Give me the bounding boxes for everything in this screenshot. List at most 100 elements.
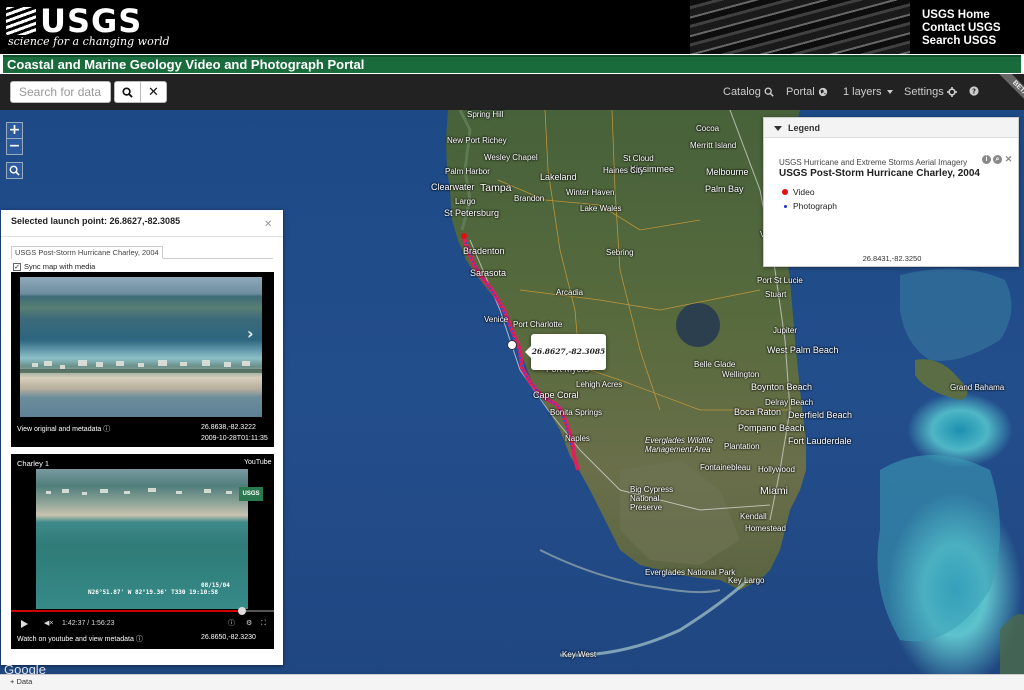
place-label-clearwater: Clearwater <box>431 182 475 192</box>
photo-viewer: › View original and metadata ⓘ 26.8638,-… <box>11 272 274 447</box>
place-label-sebring: Sebring <box>606 248 634 257</box>
florida-keys <box>559 578 749 657</box>
usgs-header: USGS science for a changing world USGS H… <box>0 0 1024 54</box>
place-label-sarasota: Sarasota <box>470 268 507 278</box>
legend-coordinates: 26.8431,-82.3250 <box>862 254 922 263</box>
portal-title-bar: Coastal and Marine Geology Video and Pho… <box>0 54 1024 74</box>
help-icon: ? <box>969 86 979 96</box>
close-panel-button[interactable]: ✕ <box>264 219 272 230</box>
place-label-haines-city: Haines City <box>603 166 644 175</box>
layer-remove-icon[interactable]: ✕ <box>1004 155 1013 164</box>
zoom-in-button[interactable]: + <box>6 122 23 139</box>
sync-map-checkbox[interactable]: ✓ <box>13 262 21 271</box>
logo-tagline: science for a changing world <box>8 35 170 48</box>
zoom-out-button[interactable]: − <box>6 138 23 155</box>
legend-tools: i ⌕ ✕ <box>982 155 1013 164</box>
search-icon <box>122 86 133 98</box>
place-label-cape-coral: Cape Coral <box>533 390 579 400</box>
place-label-brandon: Brandon <box>514 194 545 203</box>
catalog-label: Catalog <box>723 86 761 98</box>
view-original-link[interactable]: View original and metadata ⓘ <box>17 424 110 434</box>
watch-on-youtube-link[interactable]: Watch on youtube and view metadata ⓘ <box>17 634 143 644</box>
close-icon: ✕ <box>148 84 159 100</box>
video-progress-fill <box>11 610 243 612</box>
lake-okeechobee <box>676 303 720 347</box>
catalog-menu[interactable]: Catalog <box>723 86 774 98</box>
data-toggle[interactable]: + Data <box>10 677 32 686</box>
legend-header[interactable]: Legend <box>764 118 1018 138</box>
portal-menu[interactable]: Portal <box>786 86 828 98</box>
play-icon[interactable] <box>21 620 28 628</box>
place-label-hollywood: Hollywood <box>758 465 795 474</box>
place-label-palm-harbor: Palm Harbor <box>445 167 490 176</box>
next-photo-arrow-icon[interactable]: › <box>247 324 254 343</box>
info-icon: ⓘ <box>103 426 111 433</box>
place-label-new-port-richey: New Port Richey <box>447 136 507 145</box>
layer-zoom-icon[interactable]: ⌕ <box>993 155 1002 164</box>
video-viewer: Charley 1 YouTube USGS 08/15/04 N26°51.8… <box>11 454 274 649</box>
clear-search-button[interactable]: ✕ <box>140 81 167 103</box>
video-settings-icon[interactable]: ⚙ <box>246 616 252 632</box>
place-label-homestead: Homestead <box>745 524 786 533</box>
video-info-icon[interactable]: ⓘ <box>228 616 235 632</box>
aerial-photo-houses <box>20 360 262 373</box>
place-label-west-palm-beach: West Palm Beach <box>767 345 839 355</box>
launch-point-marker[interactable] <box>507 340 517 350</box>
collapse-triangle-icon <box>774 126 782 132</box>
place-label-tampa: Tampa <box>480 182 512 194</box>
photo-dot-icon <box>783 204 787 208</box>
place-label-arcadia: Arcadia <box>556 288 584 297</box>
sync-map-option[interactable]: ✓ Sync map with media <box>13 262 95 271</box>
volume-icon[interactable]: ◀× <box>44 616 53 632</box>
globe-icon <box>818 87 827 97</box>
place-label-largo: Largo <box>455 197 476 206</box>
place-label-wesley-chapel: Wesley Chapel <box>484 153 538 162</box>
youtube-brand[interactable]: YouTube <box>244 459 272 466</box>
usgs-logo[interactable]: USGS science for a changing world <box>6 4 170 48</box>
video-overlay-date: 08/15/04 <box>201 582 230 589</box>
video-title[interactable]: Charley 1 <box>17 459 49 468</box>
launch-point-popup[interactable]: 26.8627,-82.3085 <box>525 334 606 370</box>
svg-text:?: ? <box>972 88 976 96</box>
help-button[interactable]: ? <box>969 86 979 96</box>
place-label-everglades-np: Everglades National Park <box>645 568 736 577</box>
zoom-extent-button[interactable] <box>6 162 23 179</box>
sync-map-label: Sync map with media <box>24 262 96 271</box>
layer-info-icon[interactable]: i <box>982 155 991 164</box>
caret-down-icon <box>886 90 893 94</box>
fullscreen-icon[interactable]: ⛶ <box>261 616 266 632</box>
place-label-belle-glade: Belle Glade <box>694 360 736 369</box>
place-label-big-cypress: Big Cypress National Preserve <box>630 485 674 512</box>
gear-icon <box>946 87 957 97</box>
place-label-key-west: Key West <box>562 650 597 659</box>
portal-page: USGS science for a changing world USGS H… <box>0 0 1024 690</box>
place-label-lake-wales: Lake Wales <box>580 204 622 213</box>
search-button[interactable] <box>114 81 141 103</box>
place-label-plantation: Plantation <box>724 442 760 451</box>
video-progress-bar[interactable] <box>11 610 274 612</box>
place-label-grand-bahama: Grand Bahama <box>950 383 1005 392</box>
place-label-spring-hill: Spring Hill <box>467 110 504 119</box>
place-label-fontainebleau: Fontainebleau <box>700 463 751 472</box>
place-label-wellington: Wellington <box>722 370 760 379</box>
place-label-pompano-beach: Pompano Beach <box>738 423 805 433</box>
search-input[interactable] <box>10 81 111 103</box>
video-overlay-coords: N26°51.87' W 82°19.36' T330 19:10:58 <box>88 589 219 596</box>
place-label-deerfield-beach: Deerfield Beach <box>788 410 853 420</box>
dataset-tab[interactable]: USGS Post-Storm Hurricane Charley, 2004 <box>11 246 163 259</box>
track-start-marker[interactable] <box>461 233 467 239</box>
legend-item-video: Video <box>782 187 815 197</box>
usgs-home-link[interactable]: USGS Home <box>922 9 1001 22</box>
zoom-extent-icon <box>9 165 20 176</box>
portal-title: Coastal and Marine Geology Video and Pho… <box>7 57 365 72</box>
place-label-miami: Miami <box>760 485 788 497</box>
logo-text: USGS <box>40 2 143 40</box>
aerial-photo[interactable] <box>20 277 262 417</box>
header-links: USGS Home Contact USGS Search USGS <box>922 9 1001 48</box>
search-usgs-link[interactable]: Search USGS <box>922 35 1001 48</box>
settings-menu[interactable]: Settings <box>904 86 957 98</box>
video-scrubber-handle[interactable] <box>238 607 247 615</box>
legend-item-photograph: Photograph <box>782 201 837 211</box>
layers-menu[interactable]: 1 layers <box>843 86 893 98</box>
contact-usgs-link[interactable]: Contact USGS <box>922 22 1001 35</box>
